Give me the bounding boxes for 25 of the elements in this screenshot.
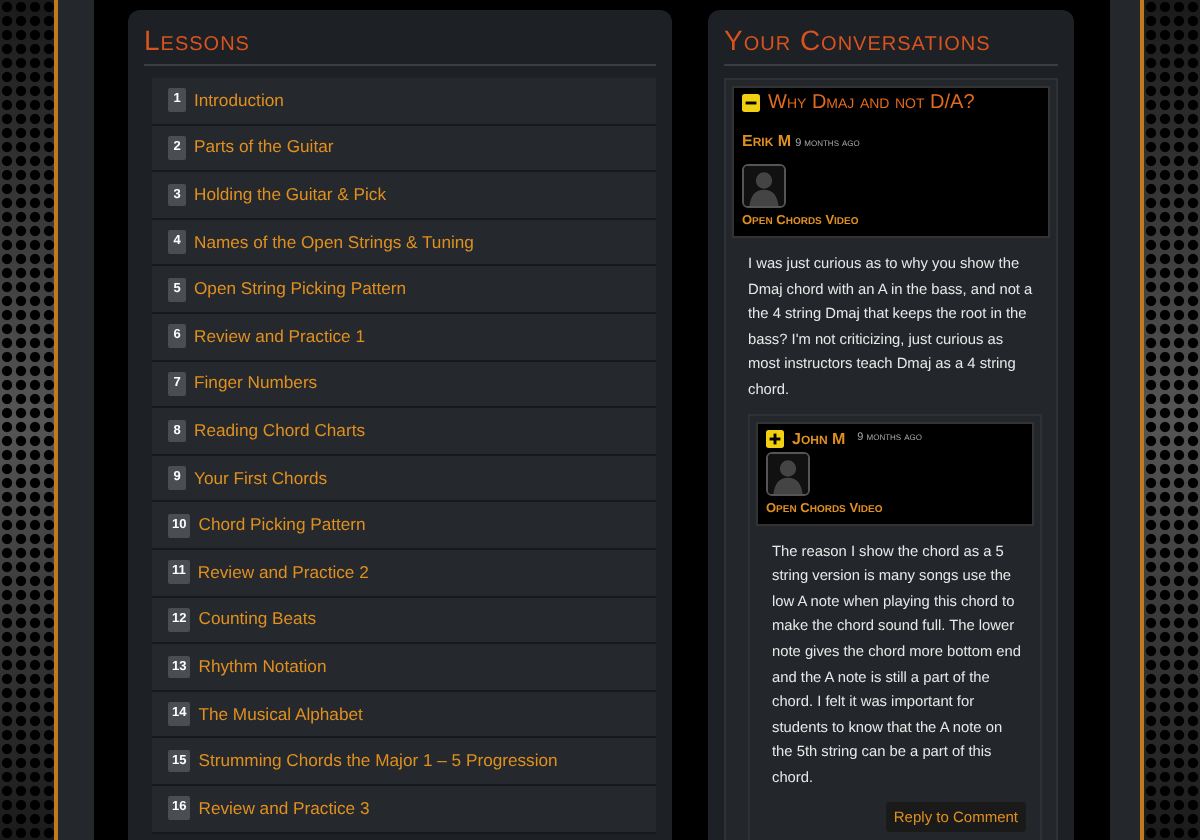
- comment-title: Why Dmaj and not D/A?: [768, 92, 975, 114]
- lesson-title: Strumming Chords the Major 1 – 5 Progression: [198, 748, 558, 775]
- lesson-title: Review and Practice 2: [197, 559, 369, 586]
- lesson-title: Chord Picking Pattern: [198, 512, 366, 539]
- lesson-title: Introduction: [194, 87, 284, 114]
- lesson-title: Finger Numbers: [194, 370, 318, 397]
- avatar-icon: [742, 164, 786, 208]
- lesson-title: Your First Chords: [194, 465, 328, 491]
- author-name[interactable]: Erik M: [742, 132, 792, 150]
- lesson-title: Names of the Open Strings & Tuning: [194, 229, 474, 256]
- lesson-title: Review and Practice 3: [198, 795, 370, 822]
- panel-title: Your Conversations: [724, 22, 1058, 66]
- collapse-icon[interactable]: [742, 94, 760, 112]
- lesson-title: Holding the Guitar & Pick: [194, 182, 387, 208]
- author-name[interactable]: John M: [792, 427, 846, 450]
- panel-title: Lessons: [144, 22, 656, 66]
- lesson-title: Rhythm Notation: [198, 653, 327, 680]
- lesson-title: Counting Beats: [198, 606, 316, 633]
- lesson-title: Parts of the Guitar: [194, 134, 334, 161]
- lesson-title: Open String Picking Pattern: [194, 276, 407, 303]
- expand-icon[interactable]: [766, 429, 784, 448]
- avatar-icon: [766, 451, 810, 496]
- lesson-title: The Musical Alphabet: [198, 701, 363, 727]
- lesson-title: Reading Chord Charts: [194, 418, 366, 444]
- lesson-title: Review and Practice 1: [194, 323, 366, 350]
